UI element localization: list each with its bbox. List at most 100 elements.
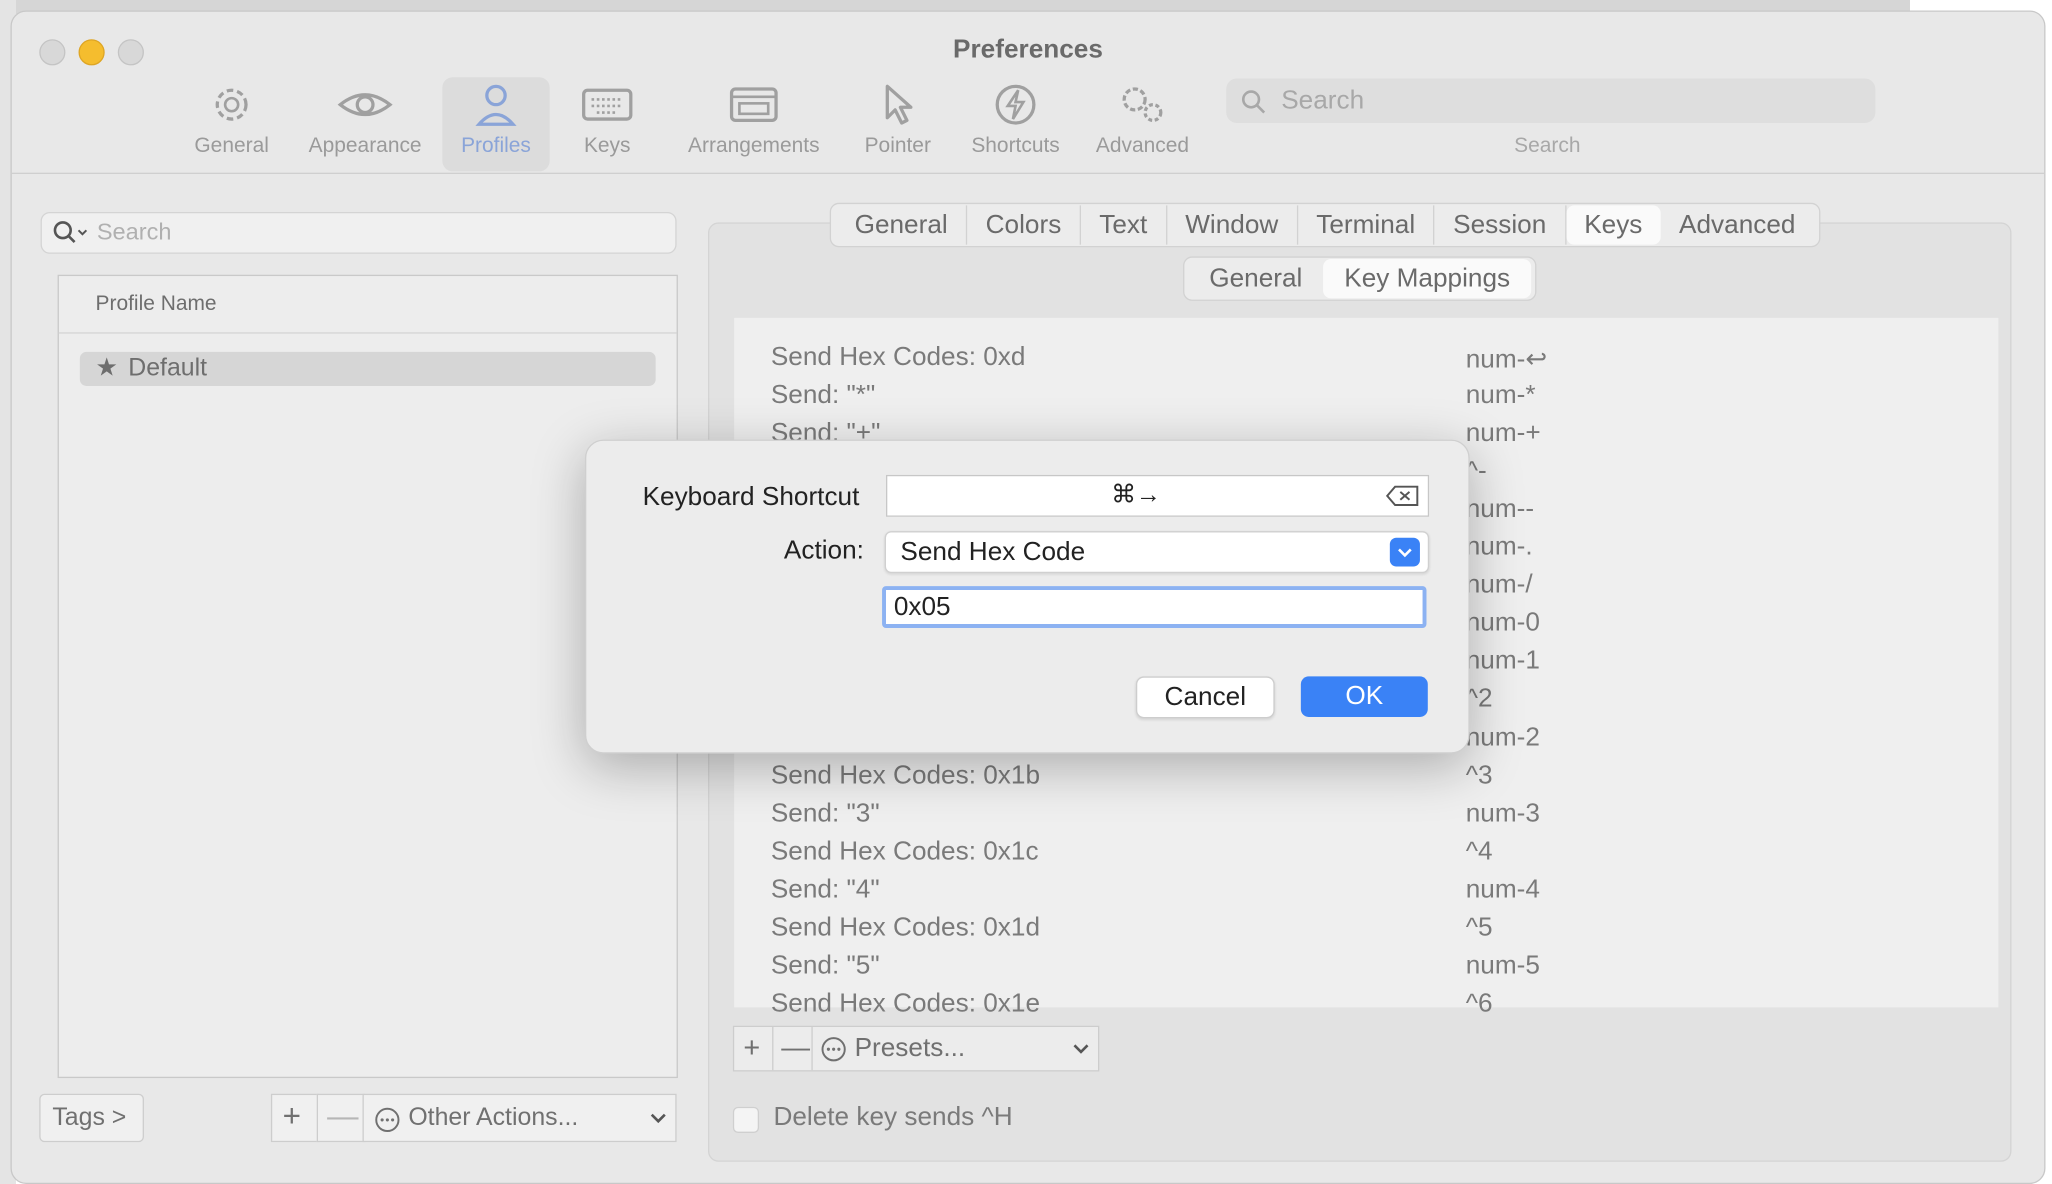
eye-icon — [337, 93, 393, 117]
mapping-key: ^4 — [1465, 836, 1493, 866]
mapping-action: Send: "3" — [770, 798, 880, 828]
mapping-key: num-* — [1465, 380, 1536, 410]
profile-list-header[interactable]: Profile Name — [58, 276, 677, 334]
tab-keys[interactable]: Keys — [1565, 205, 1661, 245]
profile-search-field[interactable]: Search — [40, 211, 677, 254]
bolt-icon — [995, 84, 1036, 125]
edit-key-mapping-dialog: Keyboard Shortcut ⌘→ Action: Send Hex Co… — [584, 439, 1470, 754]
tab-colors[interactable]: Colors — [967, 205, 1081, 245]
tab-session[interactable]: Session — [1435, 205, 1566, 245]
tab-general[interactable]: General — [836, 205, 968, 245]
mapping-action: Send: "4" — [770, 874, 880, 904]
tags-button[interactable]: Tags > — [39, 1093, 144, 1143]
mapping-row[interactable]: Send Hex Codes: 0x1c ^4 — [734, 833, 1998, 871]
mapping-key: num-2 — [1465, 722, 1540, 752]
clear-shortcut-icon[interactable] — [1385, 484, 1422, 508]
presets-popup[interactable]: Presets... — [813, 1027, 1098, 1070]
mapping-key: ^6 — [1465, 988, 1493, 1018]
ok-button[interactable]: OK — [1300, 676, 1428, 717]
other-actions-label: Other Actions... — [408, 1104, 579, 1132]
toolbar-label: Profiles — [461, 134, 531, 157]
toolbar-search-label: Search — [1514, 134, 1581, 157]
toolbar-label: Arrangements — [688, 134, 820, 157]
search-icon — [53, 221, 88, 243]
ellipsis-circle-icon — [375, 1107, 400, 1133]
mapping-row[interactable]: Send: "3" num-3 — [734, 795, 1998, 833]
add-profile-button[interactable]: + — [270, 1093, 320, 1143]
tab-terminal[interactable]: Terminal — [1298, 205, 1435, 245]
toolbar-keys[interactable]: Keys — [575, 77, 640, 171]
keyboard-shortcut-label: Keyboard Shortcut — [642, 482, 860, 512]
window-title: Preferences — [953, 35, 1103, 65]
tab-text[interactable]: Text — [1081, 205, 1167, 245]
profile-tabs: General Colors Text Window Terminal Sess… — [829, 202, 1821, 248]
toolbar-profiles[interactable]: Profiles — [442, 77, 550, 172]
toolbar-appearance[interactable]: Appearance — [300, 77, 431, 171]
toolbar-search-field[interactable]: Search — [1226, 78, 1876, 123]
mapping-key: num-1 — [1465, 646, 1540, 676]
remove-mapping-button[interactable]: — — [773, 1027, 813, 1071]
add-mapping-button[interactable]: + — [734, 1027, 774, 1071]
gears-icon — [1122, 87, 1163, 122]
toolbar-label: Shortcuts — [971, 134, 1060, 157]
mapping-action: Send Hex Codes: 0xd — [770, 342, 1026, 372]
ellipsis-circle-icon — [821, 1037, 846, 1062]
profile-search-placeholder: Search — [96, 218, 172, 245]
mapping-row[interactable]: Send Hex Codes: 0x1e ^6 — [734, 985, 1998, 1023]
toolbar-shortcuts[interactable]: Shortcuts — [957, 77, 1075, 171]
toolbar-label: Appearance — [308, 134, 422, 157]
mapping-action: Send Hex Codes: 0x1c — [770, 836, 1039, 866]
mapping-key: ^2 — [1465, 684, 1493, 714]
mapping-action: Send: "5" — [770, 950, 880, 980]
mapping-row[interactable]: Send Hex Codes: 0x1d ^5 — [734, 909, 1998, 947]
profile-name-column: Profile Name — [95, 293, 217, 316]
tab-advanced[interactable]: Advanced — [1661, 205, 1814, 244]
toolbar-general[interactable]: General — [186, 77, 278, 171]
mapping-row[interactable]: Send Hex Codes: 0x1b ^3 — [734, 757, 1998, 795]
action-popup[interactable]: Send Hex Code — [884, 531, 1430, 574]
mapping-controls: + — Presets... — [732, 1025, 1100, 1072]
popup-chevron — [1389, 537, 1420, 567]
mapping-key: num-5 — [1465, 950, 1540, 980]
mapping-action: Send: "*" — [770, 380, 876, 410]
cancel-button[interactable]: Cancel — [1135, 676, 1275, 719]
keyboard-shortcut-field[interactable]: ⌘→ — [885, 474, 1430, 517]
subtab-general[interactable]: General — [1188, 259, 1323, 298]
mapping-row[interactable]: Send: "*" num-* — [734, 377, 1998, 415]
toolbar-label: Pointer — [864, 134, 931, 157]
toolbar-pointer[interactable]: Pointer — [852, 77, 944, 171]
other-actions-popup[interactable]: Other Actions... — [362, 1093, 677, 1143]
remove-profile-button[interactable]: — — [316, 1093, 366, 1143]
toolbar-arrangements[interactable]: Arrangements — [675, 77, 832, 171]
profile-row-default[interactable]: ★ Default — [79, 351, 656, 386]
profile-name: Default — [128, 354, 208, 383]
window-icon — [729, 87, 778, 122]
subtab-key-mappings[interactable]: Key Mappings — [1323, 259, 1532, 299]
mapping-key: num-0 — [1465, 608, 1540, 638]
toolbar-label: Keys — [583, 134, 631, 157]
toolbar-label: General — [194, 134, 269, 157]
star-icon: ★ — [95, 354, 118, 383]
mapping-key: num-4 — [1465, 874, 1540, 904]
mapping-row[interactable]: Send: "5" num-5 — [734, 947, 1998, 985]
hex-code-input[interactable] — [882, 586, 1427, 628]
gear-icon — [215, 88, 248, 121]
toolbar-label: Advanced — [1095, 134, 1190, 157]
toolbar-advanced[interactable]: Advanced — [1088, 77, 1198, 171]
mapping-action: Send Hex Codes: 0x1d — [770, 912, 1041, 942]
mapping-row[interactable]: Send: "4" num-4 — [734, 871, 1998, 909]
shortcut-value: ⌘→ — [1111, 481, 1161, 509]
plus-icon: + — [743, 1030, 761, 1064]
mapping-row[interactable]: Send Hex Codes: 0xd num-↩ — [734, 339, 1998, 377]
delete-key-sends-ctrl-h-checkbox[interactable] — [732, 1106, 760, 1133]
chevron-down-icon — [650, 1113, 666, 1124]
keys-subtabs: General Key Mappings — [1183, 256, 1537, 301]
mapping-key: ^5 — [1465, 912, 1493, 942]
mapping-key: num-- — [1465, 494, 1535, 524]
preferences-window: Preferences General Appearance Profiles … — [0, 0, 2052, 1184]
mapping-key: num-/ — [1465, 570, 1533, 600]
search-icon — [1241, 90, 1266, 114]
mapping-key: num-. — [1465, 532, 1533, 562]
plus-icon: + — [282, 1098, 302, 1135]
tab-window[interactable]: Window — [1167, 205, 1298, 245]
